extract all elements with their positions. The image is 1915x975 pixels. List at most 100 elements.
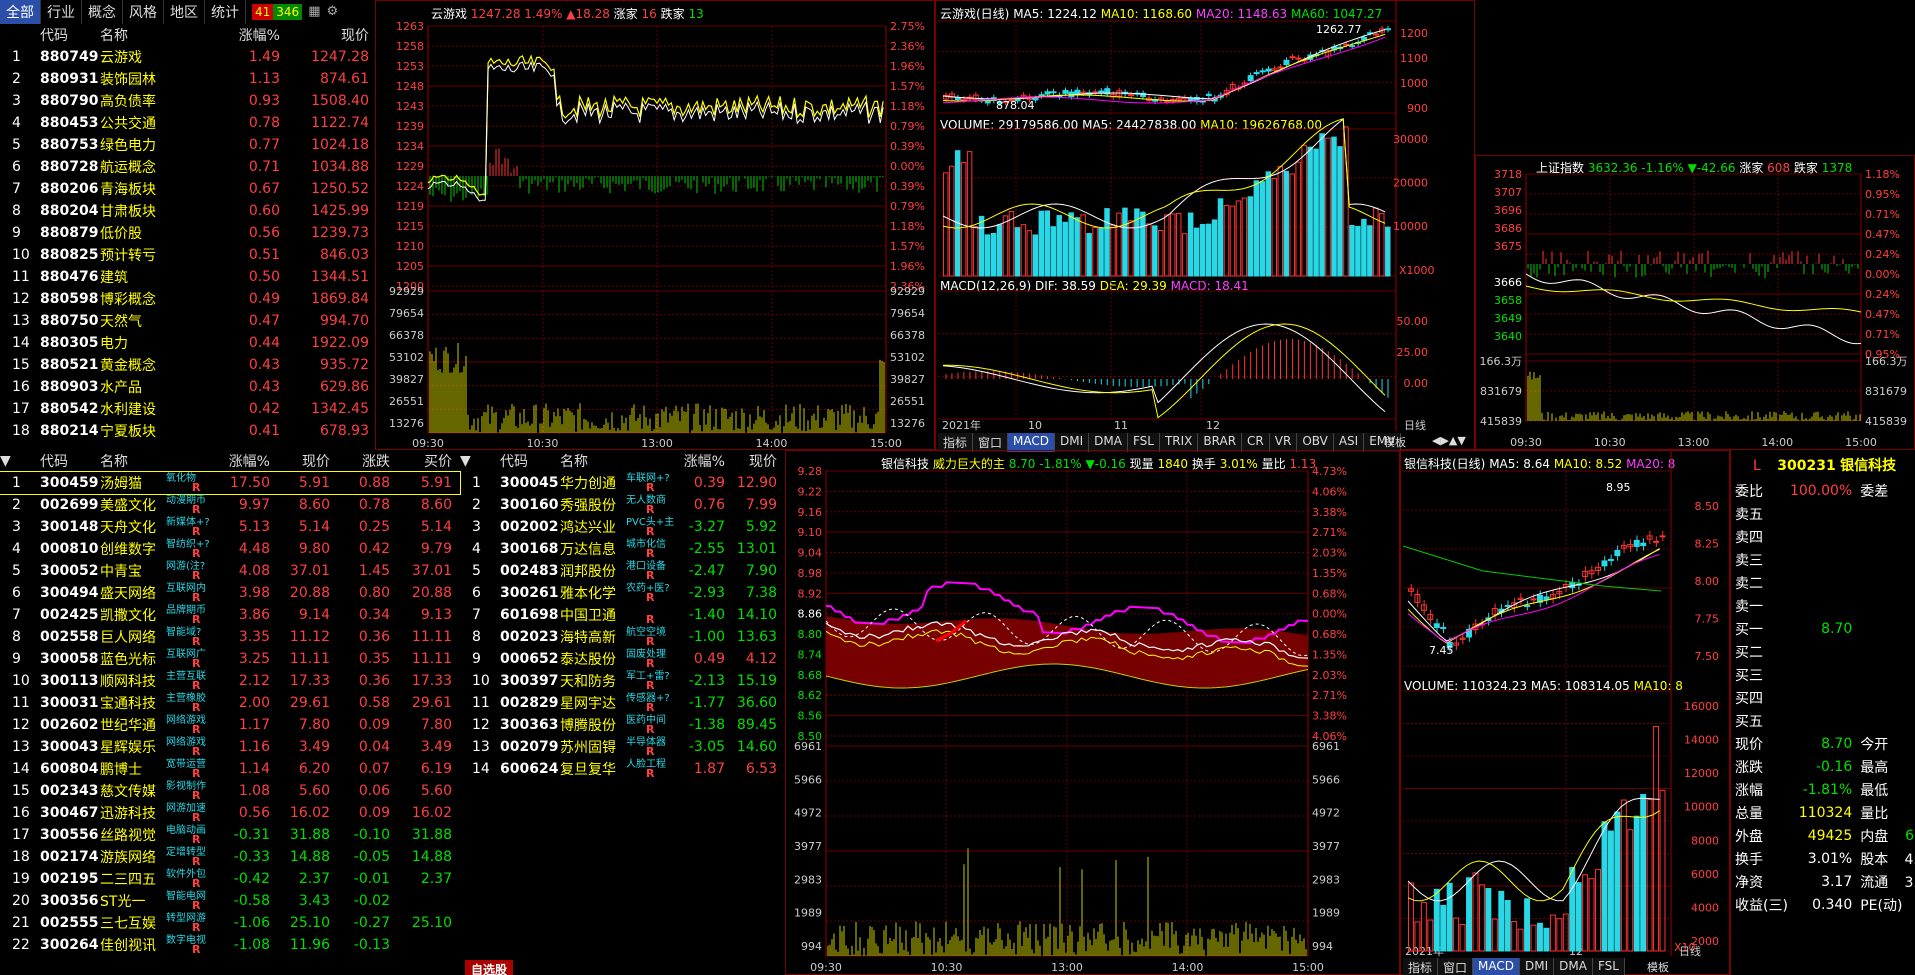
index-panel[interactable]: 上证指数 3632.36 -1.16% ▼-42.66 涨家 608 跌家 13… — [1475, 155, 1915, 450]
ranking-row[interactable]: 8 002558 巨人网络 智能域? R 3.35 11.12 0.36 11.11 — [0, 626, 460, 648]
rank-col-chg[interactable]: 涨幅% — [205, 450, 270, 472]
ranking-row[interactable]: 22 300264 佳创视讯 数字电视 R -1.08 11.96 -0.13 — [0, 934, 460, 956]
tab-industry[interactable]: 行业 — [41, 0, 82, 24]
self-select-row[interactable]: 12 300363 博腾股份 医药中间 R -1.38 89.45 — [460, 714, 785, 736]
ranking-row[interactable]: 20 300356 ST光一 智能电网 R -0.58 3.43 -0.02 — [0, 890, 460, 912]
col-price[interactable]: 现价 — [280, 24, 375, 46]
stock-daily-chart[interactable]: 银信科技(日线) MA5: 8.64 MA10: 8.52 MA20: 8 VO… — [1400, 450, 1730, 975]
sector-row[interactable]: 4 880453 公共交通 0.78 1122.74 — [0, 112, 375, 134]
sector-row[interactable]: 2 880931 装饰园林 1.13 874.61 — [0, 68, 375, 90]
ranking-row[interactable]: 18 002174 游族网络 定增转型 R -0.33 14.88 -0.05 14.88 — [0, 846, 460, 868]
sector-row[interactable]: 3 880790 高负债率 0.93 1508.40 — [0, 90, 375, 112]
self-select-row[interactable]: 11 002829 星网宇达 传感器+? R -1.77 36.60 — [460, 692, 785, 714]
ranking-row[interactable]: 21 002555 三七互娱 转型网游 R -1.06 25.10 -0.27 25.10 — [0, 912, 460, 934]
ranking-row[interactable]: 7 002425 凯撒文化 品牌期币 R 3.86 9.14 0.34 9.13 — [0, 604, 460, 626]
scroll-arrows[interactable]: ◀▶▲▼ — [1432, 434, 1466, 447]
rank-col-code[interactable]: 代码 — [40, 450, 100, 472]
ranking-row[interactable]: 6 300494 盛天网络 互联网内 R 3.98 20.88 0.80 20.88 — [0, 582, 460, 604]
sector-row[interactable]: 10 880825 预计转亏 0.51 846.03 — [0, 244, 375, 266]
tab-region[interactable]: 地区 — [164, 0, 205, 24]
self-select-row[interactable]: 4 300168 万达信息 城市化信 R -2.55 13.01 — [460, 538, 785, 560]
sector-intraday-chart[interactable]: 云游戏 1247.28 1.49% ▲18.28 涨家 16 跌家 13 126… — [375, 0, 935, 450]
sector-row[interactable]: 17 880542 水利建设 0.42 1342.45 — [0, 398, 375, 420]
ranking-row[interactable]: 9 300058 蓝色光标 互联网广 R 3.25 11.11 0.35 11.11 — [0, 648, 460, 670]
ranking-row[interactable]: 12 002602 世纪华通 网络游戏 R 1.17 7.80 0.09 7.80 — [0, 714, 460, 736]
stock-code: 300264 — [40, 937, 99, 953]
ranking-row[interactable]: 15 002343 慈文传媒 影视制作 R 1.08 5.60 0.06 5.60 — [0, 780, 460, 802]
stock-intraday-chart[interactable]: 银信科技 威力巨大的主 8.70 -1.81% ▼-0.16 现量 1840 换… — [785, 450, 1400, 975]
self-select-tab[interactable]: 自选股 — [465, 960, 514, 975]
grid-icon[interactable]: ▦ — [308, 4, 320, 19]
ranking-row[interactable]: 16 300467 迅游科技 网游加速 R 0.56 16.02 0.09 16.02 — [0, 802, 460, 824]
self-select-row[interactable]: 8 002023 海特高新 航空空境 R -1.00 13.63 — [460, 626, 785, 648]
rank-col-price[interactable]: 现价 — [270, 450, 330, 472]
self-select-row[interactable]: 3 002002 鸿达兴业 PVC头+主 R -3.27 5.92 — [460, 516, 785, 538]
sector-daily-chart[interactable]: 云游戏(日线) MA5: 1224.12 MA10: 1168.60 MA20:… — [935, 0, 1475, 452]
rank-col-diff[interactable]: 涨跌 — [330, 450, 390, 472]
tab-all[interactable]: 全部 — [0, 0, 41, 24]
ranking-row[interactable]: 13 300043 星辉娱乐 网络游戏 R 1.16 3.49 0.04 3.49 — [0, 736, 460, 758]
col-chg[interactable]: 涨幅% — [210, 24, 280, 46]
template-button[interactable]: 模板 — [1384, 434, 1406, 450]
ranking-row[interactable]: 14 600804 鹏博士 宽带运营 R 1.14 6.20 0.07 6.19 — [0, 758, 460, 780]
tab-style[interactable]: 风格 — [123, 0, 164, 24]
 — [1854, 710, 1902, 731]
sector-row[interactable]: 5 880753 绿色电力 0.77 1024.18 — [0, 134, 375, 156]
sector-row[interactable]: 7 880206 青海板块 0.67 1250.52 — [0, 178, 375, 200]
self-select-row[interactable]: 14 600624 复旦复华 人脸工程 R 1.87 6.53 — [460, 758, 785, 780]
col-name[interactable]: 名称 — [100, 24, 210, 46]
self-select-row[interactable]: 1 300045 华力创通 车联网+? R 0.39 12.90 — [460, 472, 785, 494]
volume-bar — [1601, 821, 1608, 952]
self-select-row[interactable]: 13 002079 苏州固锝 半导体器 R -3.05 14.60 — [460, 736, 785, 758]
quote-row: 买一 8.70 15 — [1735, 618, 1915, 639]
col-code[interactable]: 代码 — [40, 24, 100, 46]
mid-col-chg[interactable]: 涨幅% — [665, 450, 725, 472]
sector-row[interactable]: 11 880476 建筑 0.50 1344.51 — [0, 266, 375, 288]
sector-row[interactable]: 14 880305 电力 0.44 1922.09 — [0, 332, 375, 354]
indicator-tab-0[interactable]: 指标 — [1403, 958, 1439, 975]
sector-row[interactable]: 6 880728 航运概念 0.71 1034.88 — [0, 156, 375, 178]
sector-row[interactable]: 12 880598 博彩概念 0.49 1869.84 — [0, 288, 375, 310]
sector-code: 880903 — [40, 379, 99, 395]
sort-icon[interactable]: ▼ — [460, 453, 471, 469]
ranking-row[interactable]: 5 300052 中青宝 网游(注? R 4.08 37.01 1.45 37.01 — [0, 560, 460, 582]
sector-row[interactable]: 18 880214 宁夏板块 0.41 678.93 — [0, 420, 375, 442]
row-index: 13 — [12, 313, 30, 329]
sector-row[interactable]: 16 880903 水产品 0.43 629.86 — [0, 376, 375, 398]
sector-row[interactable]: 1 880749 云游戏 1.49 1247.28 — [0, 46, 375, 68]
sector-row[interactable]: 15 880521 黄金概念 0.43 935.72 — [0, 354, 375, 376]
sector-row[interactable]: 8 880204 甘肃板块 0.60 1425.99 — [0, 200, 375, 222]
tab-concept[interactable]: 概念 — [82, 0, 123, 24]
ranking-row[interactable]: 1 300459 汤姆猫 氧化物 R 17.50 5.91 0.88 5.91 — [0, 471, 461, 495]
indicator-tab-5[interactable]: FSL — [1592, 958, 1625, 975]
mid-col-code[interactable]: 代码 — [500, 450, 560, 472]
ranking-row[interactable]: 4 000810 创维数字 智纺织+? R 4.48 9.80 0.42 9.79 — [0, 538, 460, 560]
volume-tick-label: 79654 — [890, 307, 925, 320]
sort-icon[interactable]: ▼ — [0, 453, 11, 469]
self-select-row[interactable]: 10 300397 天和防务 军工+雷? R -2.13 15.19 — [460, 670, 785, 692]
indicator-tab-3[interactable]: DMI — [1520, 958, 1555, 975]
indicator-tab-2[interactable]: MACD — [1473, 958, 1521, 975]
self-select-row[interactable]: 7 601698 中国卫通 R -1.40 14.10 — [460, 604, 785, 626]
self-select-row[interactable]: 2 300160 秀强股份 无人数商 R 0.76 7.99 — [460, 494, 785, 516]
tab-stats[interactable]: 统计 — [205, 0, 246, 24]
sector-row[interactable]: 13 880750 天然气 0.47 994.70 — [0, 310, 375, 332]
self-select-row[interactable]: 6 300261 雅本化学 农药+医? R -2.93 7.38 — [460, 582, 785, 604]
stock-price: 3.43 — [298, 893, 330, 909]
ranking-row[interactable]: 10 300113 顺网科技 主营互联 R 2.12 17.33 0.36 17.33 — [0, 670, 460, 692]
indicator-tab-4[interactable]: DMA — [1554, 958, 1593, 975]
ranking-row[interactable]: 19 002195 二三四五 软件外包 R -0.42 2.37 -0.01 2.37 — [0, 868, 460, 890]
stock-template-button[interactable]: 模板 — [1647, 959, 1669, 975]
gear-icon[interactable]: ⚙ — [326, 4, 338, 19]
ranking-row[interactable]: 11 300031 宝通科技 主营橡胶 R 2.00 29.61 0.58 29.61 — [0, 692, 460, 714]
ranking-row[interactable]: 3 300148 天舟文化 新媒体+? R 5.13 5.14 0.25 5.14 — [0, 516, 460, 538]
ranking-row[interactable]: 17 300556 丝路视觉 电脑动画 R -0.31 31.88 -0.10 31.88 — [0, 824, 460, 846]
rank-col-bid[interactable]: 买价 — [390, 450, 460, 472]
sector-row[interactable]: 9 880879 低价股 0.56 1239.73 — [0, 222, 375, 244]
indicator-tab-1[interactable]: 窗口 — [1438, 958, 1474, 975]
self-select-row[interactable]: 5 002483 润邦股份 港口设备 R -2.47 7.90 — [460, 560, 785, 582]
ranking-row[interactable]: 2 002699 美盛文化 动漫期币 R 9.97 8.60 0.78 8.60 — [0, 494, 460, 516]
self-select-row[interactable]: 9 000652 泰达股份 固废处理 R 0.49 4.12 — [460, 648, 785, 670]
mid-col-price[interactable]: 现价 — [725, 450, 785, 472]
stock-diff: 0.07 — [358, 761, 390, 777]
